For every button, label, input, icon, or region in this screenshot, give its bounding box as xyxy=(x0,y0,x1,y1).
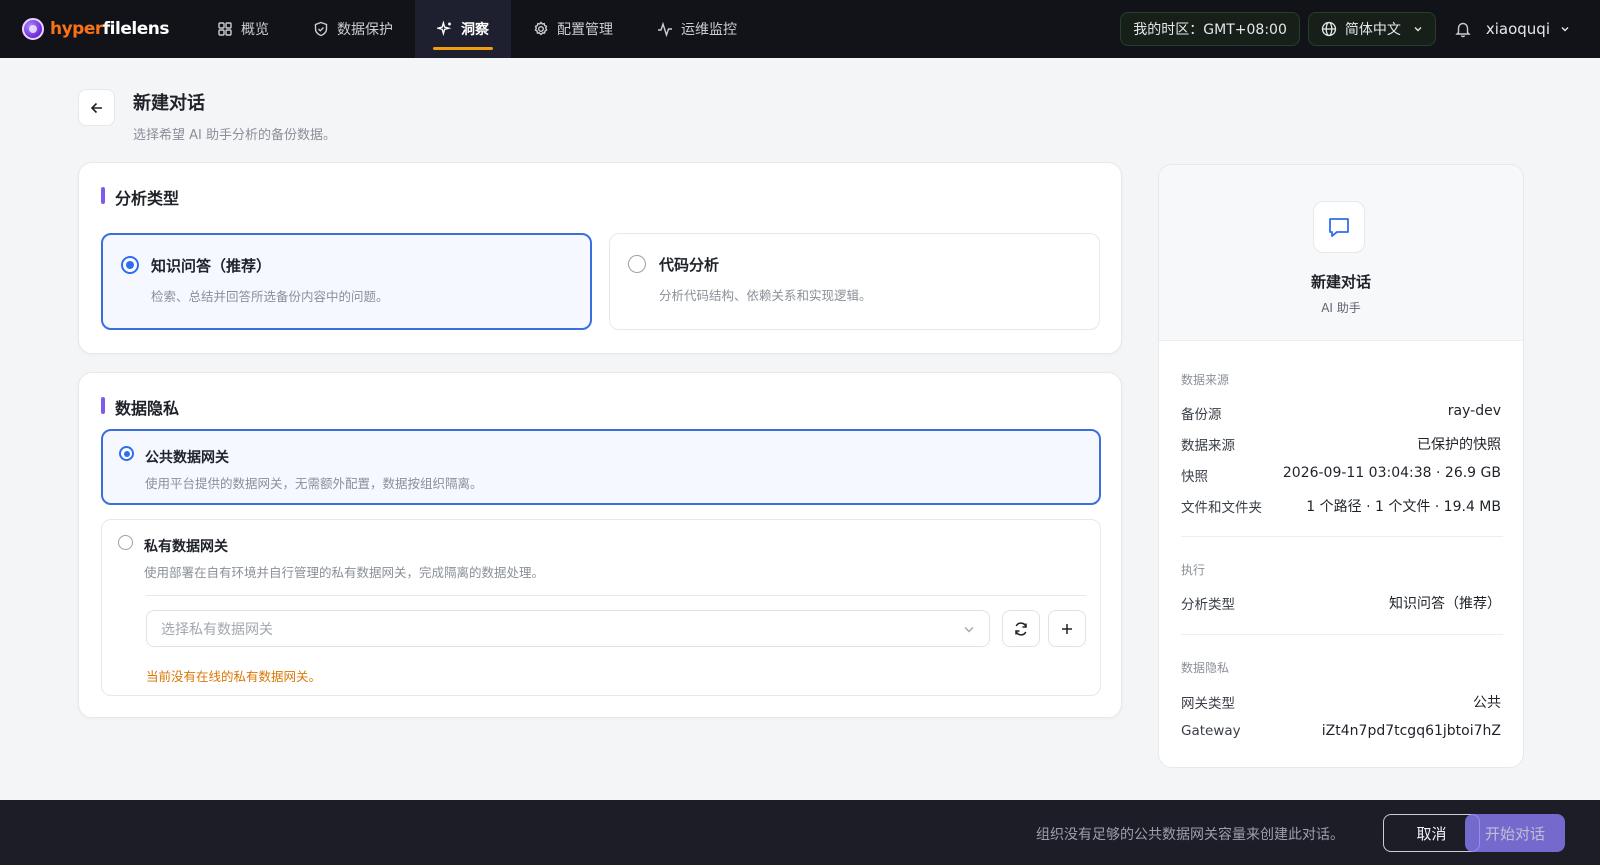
radio-public-gateway[interactable] xyxy=(119,446,134,461)
section-title-analysis: 分析类型 xyxy=(101,185,179,209)
logo-text: hyperfilelens xyxy=(50,19,169,39)
nav-label: 数据保护 xyxy=(336,22,393,38)
nav-label: 概览 xyxy=(240,22,269,38)
app-logo[interactable]: hyperfilelens xyxy=(22,18,169,40)
row-value: 2026-09-11 03:04:38 · 26.9 GB xyxy=(1282,465,1501,481)
option-description: 检索、总结并回答所选备份内容中的问题。 xyxy=(151,289,389,304)
dashboard-icon xyxy=(217,21,233,37)
nav-item-overview[interactable]: 概览 xyxy=(195,0,291,58)
group-label-privacy: 数据隐私 xyxy=(1181,661,1230,675)
chevron-down-icon xyxy=(1413,24,1423,34)
option-code-analysis[interactable]: 代码分析 分析代码结构、依赖关系和实现逻辑。 xyxy=(609,233,1100,330)
option-title: 知识问答（推荐） xyxy=(151,257,272,275)
bell-icon[interactable] xyxy=(1454,20,1472,38)
nav-item-monitoring[interactable]: 运维监控 xyxy=(635,0,759,58)
row-value: iZt4n7pd7tcgq61jbtoi7hZ xyxy=(1321,723,1501,739)
globe-icon xyxy=(1321,21,1337,37)
add-gateway-button[interactable] xyxy=(1048,610,1086,647)
sparkle-icon xyxy=(436,21,453,37)
summary-role: AI 助手 xyxy=(1321,301,1361,315)
option-public-gateway[interactable]: 公共数据网关 使用平台提供的数据网关，无需额外配置，数据按组织隔离。 xyxy=(101,429,1101,505)
row-key: 数据来源 xyxy=(1181,438,1235,454)
topbar-right: 我的时区：GMT+08:00 简体中文 xiaoquqi xyxy=(1120,12,1570,46)
row-value: 1 个路径 · 1 个文件 · 19.4 MB xyxy=(1306,499,1501,515)
no-gateway-warning: 当前没有在线的私有数据网关。 xyxy=(146,669,322,684)
row-key: 分析类型 xyxy=(1181,597,1235,613)
gear-icon xyxy=(533,21,549,37)
nav-item-insights[interactable]: 洞察 xyxy=(414,0,511,58)
row-key: 备份源 xyxy=(1181,407,1222,423)
arrow-left-icon xyxy=(89,100,105,116)
footer-action-bar: 组织没有足够的公共数据网关容量来创建此对话。 取消 开始对话 xyxy=(0,800,1600,865)
option-title: 代码分析 xyxy=(659,256,720,274)
option-description: 使用部署在自有环境并自行管理的私有数据网关，完成隔离的数据处理。 xyxy=(144,565,545,580)
chevron-down-icon xyxy=(963,623,975,635)
chat-bubble-icon xyxy=(1313,201,1365,253)
option-description: 使用平台提供的数据网关，无需额外配置，数据按组织隔离。 xyxy=(145,476,483,491)
top-navigation-bar: hyperfilelens 概览 数据保护 洞察 配置管理 运维监控 我的时区：… xyxy=(0,0,1600,58)
option-title: 公共数据网关 xyxy=(145,450,229,466)
page-subtitle: 选择希望 AI 助手分析的备份数据。 xyxy=(133,128,336,143)
refresh-icon xyxy=(1013,621,1029,637)
section-title-privacy: 数据隐私 xyxy=(101,395,179,419)
analysis-type-card: 分析类型 知识问答（推荐） 检索、总结并回答所选备份内容中的问题。 代码分析 分… xyxy=(78,162,1122,354)
start-conversation-button[interactable]: 开始对话 xyxy=(1465,814,1565,852)
user-menu[interactable]: xiaoquqi xyxy=(1486,20,1570,38)
row-key: 快照 xyxy=(1181,469,1208,485)
nav-label: 运维监控 xyxy=(680,22,737,38)
nav-label: 洞察 xyxy=(460,22,489,38)
row-key: 网关类型 xyxy=(1181,696,1235,712)
row-value: 知识问答（推荐） xyxy=(1389,596,1501,612)
activity-icon xyxy=(657,21,673,37)
language-select[interactable]: 简体中文 xyxy=(1307,12,1436,46)
row-value: 公共 xyxy=(1473,695,1501,711)
option-description: 分析代码结构、依赖关系和实现逻辑。 xyxy=(659,288,872,303)
group-label-execution: 执行 xyxy=(1181,563,1206,577)
divider xyxy=(1181,536,1503,537)
row-value: ray-dev xyxy=(1447,403,1501,419)
summary-panel: 新建对话 AI 助手 数据来源 备份源 ray-dev 数据来源 已保护的快照 … xyxy=(1158,164,1524,768)
nav-label: 配置管理 xyxy=(556,22,613,38)
radio-private-gateway[interactable] xyxy=(118,535,133,550)
logo-icon xyxy=(22,18,44,40)
row-key: Gateway xyxy=(1181,723,1241,739)
option-knowledge-qa[interactable]: 知识问答（推荐） 检索、总结并回答所选备份内容中的问题。 xyxy=(101,233,592,330)
back-button[interactable] xyxy=(78,89,115,126)
refresh-button[interactable] xyxy=(1002,610,1040,647)
chevron-down-icon xyxy=(1560,24,1570,34)
divider xyxy=(1181,634,1503,635)
option-private-gateway[interactable]: 私有数据网关 使用部署在自有环境并自行管理的私有数据网关，完成隔离的数据处理。 … xyxy=(101,519,1101,696)
nav-item-config[interactable]: 配置管理 xyxy=(511,0,635,58)
radio-knowledge-qa[interactable] xyxy=(121,256,139,274)
summary-title: 新建对话 xyxy=(1310,273,1371,291)
row-value: 已保护的快照 xyxy=(1417,437,1501,453)
select-placeholder: 选择私有数据网关 xyxy=(161,621,273,638)
plus-icon xyxy=(1060,622,1074,636)
option-title: 私有数据网关 xyxy=(144,539,228,555)
radio-code-analysis[interactable] xyxy=(628,255,646,273)
private-gateway-select[interactable]: 选择私有数据网关 xyxy=(146,610,990,647)
data-privacy-card: 数据隐私 公共数据网关 使用平台提供的数据网关，无需额外配置，数据按组织隔离。 … xyxy=(78,372,1122,718)
group-label-source: 数据来源 xyxy=(1181,373,1230,387)
nav-item-data-protection[interactable]: 数据保护 xyxy=(291,0,415,58)
timezone-indicator[interactable]: 我的时区：GMT+08:00 xyxy=(1120,12,1300,46)
language-label: 简体中文 xyxy=(1344,22,1401,38)
shield-icon xyxy=(313,21,329,37)
main-nav: 概览 数据保护 洞察 配置管理 运维监控 xyxy=(195,0,759,58)
page-title: 新建对话 xyxy=(133,93,205,114)
capacity-message: 组织没有足够的公共数据网关容量来创建此对话。 xyxy=(1036,827,1344,843)
summary-header: 新建对话 AI 助手 xyxy=(1159,165,1523,341)
divider xyxy=(146,595,1086,596)
username: xiaoquqi xyxy=(1485,20,1550,38)
row-key: 文件和文件夹 xyxy=(1181,500,1262,516)
